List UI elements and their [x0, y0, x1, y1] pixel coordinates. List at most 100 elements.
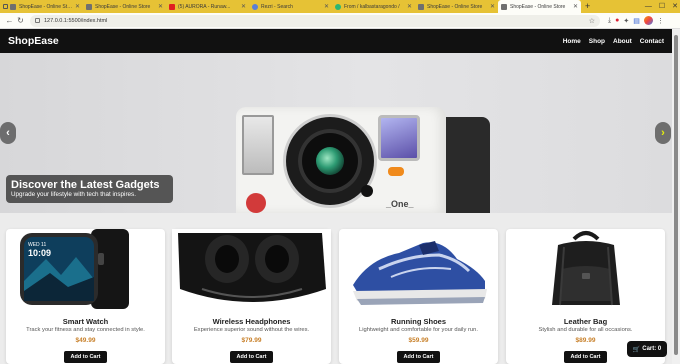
page-icon [501, 3, 507, 10]
browser-tab[interactable]: From / kalbastaragondo / ✕ [332, 0, 415, 13]
cart-label: Cart: 0 [642, 346, 662, 352]
camera-body: _One_ [236, 107, 446, 213]
page-icon [86, 3, 92, 10]
lens-ring [298, 129, 362, 193]
product-description: Track your fitness and stay connected in… [26, 327, 145, 333]
address-toolbar: ← ↻ 127.0.0.1:5500/index.html ☆ ⤓ ● ✦ ▤ … [0, 13, 680, 29]
nav-contact[interactable]: Contact [640, 38, 664, 45]
browser-tab[interactable]: ShopEase - Online Store ✕ [415, 0, 498, 13]
page-icon [418, 3, 424, 10]
close-window-icon[interactable]: ✕ [672, 0, 678, 13]
nav-links: Home Shop About Contact [563, 38, 664, 45]
menu-icon[interactable]: ⋮ [657, 17, 664, 25]
extension-icon[interactable]: ● [615, 17, 619, 24]
browser-tab[interactable]: ShopEase - Online Store ✕ [0, 0, 83, 13]
hero-title: Discover the Latest Gadgets [11, 179, 160, 191]
product-description: Stylish and durable for all occasions. [538, 327, 633, 333]
add-to-cart-button[interactable]: Add to Cart [229, 351, 274, 363]
browser-tabstrip: ShopEase - Online Store ✕ ShopEase - Onli… [0, 0, 680, 13]
product-card: Wireless Headphones Experience superior … [172, 229, 331, 364]
tab-title: From / kalbastaragondo / [344, 3, 400, 10]
tab-actions-icon[interactable] [3, 4, 8, 9]
url-bar[interactable]: 127.0.0.1:5500/index.html ☆ [30, 14, 600, 27]
nav-home[interactable]: Home [563, 38, 581, 45]
cart-icon: 🛒 [632, 346, 641, 353]
tab-title: ShopEase - Online Store [510, 3, 566, 10]
add-to-cart-button[interactable]: Add to Cart [563, 351, 608, 363]
browser-tab[interactable]: (5) AURORA - Runaw... ✕ [166, 0, 249, 13]
product-name: Leather Bag [563, 317, 608, 326]
minimize-icon[interactable]: — [645, 0, 652, 13]
camera-viewfinder [378, 115, 420, 161]
page-icon [10, 3, 16, 10]
lens-glass [316, 147, 344, 175]
product-name: Wireless Headphones [212, 317, 291, 326]
window-controls: — ☐ ✕ [645, 0, 678, 13]
nav-about[interactable]: About [613, 38, 632, 45]
url-text: 127.0.0.1:5500/index.html [44, 17, 108, 24]
carousel-next-button[interactable]: › [655, 122, 671, 144]
star-icon[interactable]: ☆ [589, 17, 595, 25]
scrollbar-thumb[interactable] [674, 35, 678, 355]
close-icon[interactable]: ✕ [158, 3, 163, 10]
close-icon[interactable]: ✕ [490, 3, 495, 10]
headphones-image [172, 229, 331, 309]
camera-brand-text: _One_ [386, 199, 414, 209]
product-image: WED 11 10:09 [6, 229, 165, 309]
camera-indicator [388, 167, 404, 176]
product-description: Lightweight and comfortable for your dai… [359, 327, 478, 333]
close-icon[interactable]: ✕ [241, 3, 246, 10]
camera-flash [242, 115, 274, 175]
hero-caption: Discover the Latest Gadgets Upgrade your… [6, 175, 173, 203]
camera-knob [361, 185, 373, 197]
maximize-icon[interactable]: ☐ [659, 0, 665, 13]
sidebar-icon[interactable]: ▤ [633, 17, 640, 25]
carousel-prev-button[interactable]: ‹ [0, 122, 16, 144]
site-logo[interactable]: ShopEase [8, 35, 59, 47]
browser-tab[interactable]: Rezri - Search ✕ [249, 0, 332, 13]
page-scrollbar[interactable] [672, 29, 680, 364]
product-image [506, 229, 665, 309]
puzzle-icon[interactable]: ✦ [623, 17, 629, 25]
tab-title: Rezri - Search [261, 3, 293, 10]
smart-watch-image: WED 11 10:09 [20, 229, 129, 309]
profile-icon[interactable] [643, 16, 653, 25]
browser-tab-active[interactable]: ShopEase - Online Store ✕ [498, 0, 581, 13]
cart-button[interactable]: 🛒 Cart: 0 [627, 341, 667, 357]
tab-title: ShopEase - Online Store [95, 3, 151, 10]
product-card: WED 11 10:09 Smart Watch Track your fitn… [6, 229, 165, 364]
download-icon[interactable]: ⤓ [608, 17, 611, 25]
product-name: Smart Watch [62, 317, 109, 326]
leather-bag-image [552, 231, 620, 306]
camera-shutter [246, 193, 266, 213]
product-image [172, 229, 331, 309]
product-image [339, 229, 498, 309]
site-navbar: ShopEase Home Shop About Contact [0, 29, 672, 53]
new-tab-button[interactable]: + [581, 0, 594, 13]
add-to-cart-button[interactable]: Add to Cart [63, 351, 108, 363]
close-icon[interactable]: ✕ [573, 3, 578, 10]
search-icon [252, 3, 258, 10]
tab-title: (5) AURORA - Runaw... [178, 3, 231, 10]
hero-carousel: _One_ ‹ › Discover the Latest Gadgets Up… [0, 53, 672, 213]
close-icon[interactable]: ✕ [407, 3, 412, 10]
tab-title: ShopEase - Online Store [19, 3, 73, 10]
close-icon[interactable]: ✕ [75, 3, 80, 10]
product-price: $59.99 [408, 337, 429, 344]
toolbar-icons: ⤓ ● ✦ ▤ ⋮ [608, 16, 664, 25]
tab-title: ShopEase - Online Store [427, 3, 483, 10]
back-icon[interactable]: ← [4, 16, 15, 25]
reload-icon[interactable]: ↻ [15, 16, 26, 25]
product-name: Running Shoes [391, 317, 446, 326]
camera-back [442, 117, 490, 213]
product-price: $79.99 [241, 337, 262, 344]
nav-shop[interactable]: Shop [589, 38, 605, 45]
running-shoe-image [353, 241, 487, 305]
products-section: WED 11 10:09 Smart Watch Track your fitn… [0, 213, 672, 364]
product-price: $49.99 [75, 337, 96, 344]
add-to-cart-button[interactable]: Add to Cart [396, 351, 441, 363]
site-info-icon[interactable] [35, 18, 40, 23]
close-icon[interactable]: ✕ [324, 3, 329, 10]
youtube-icon [169, 3, 175, 10]
browser-tab[interactable]: ShopEase - Online Store ✕ [83, 0, 166, 13]
